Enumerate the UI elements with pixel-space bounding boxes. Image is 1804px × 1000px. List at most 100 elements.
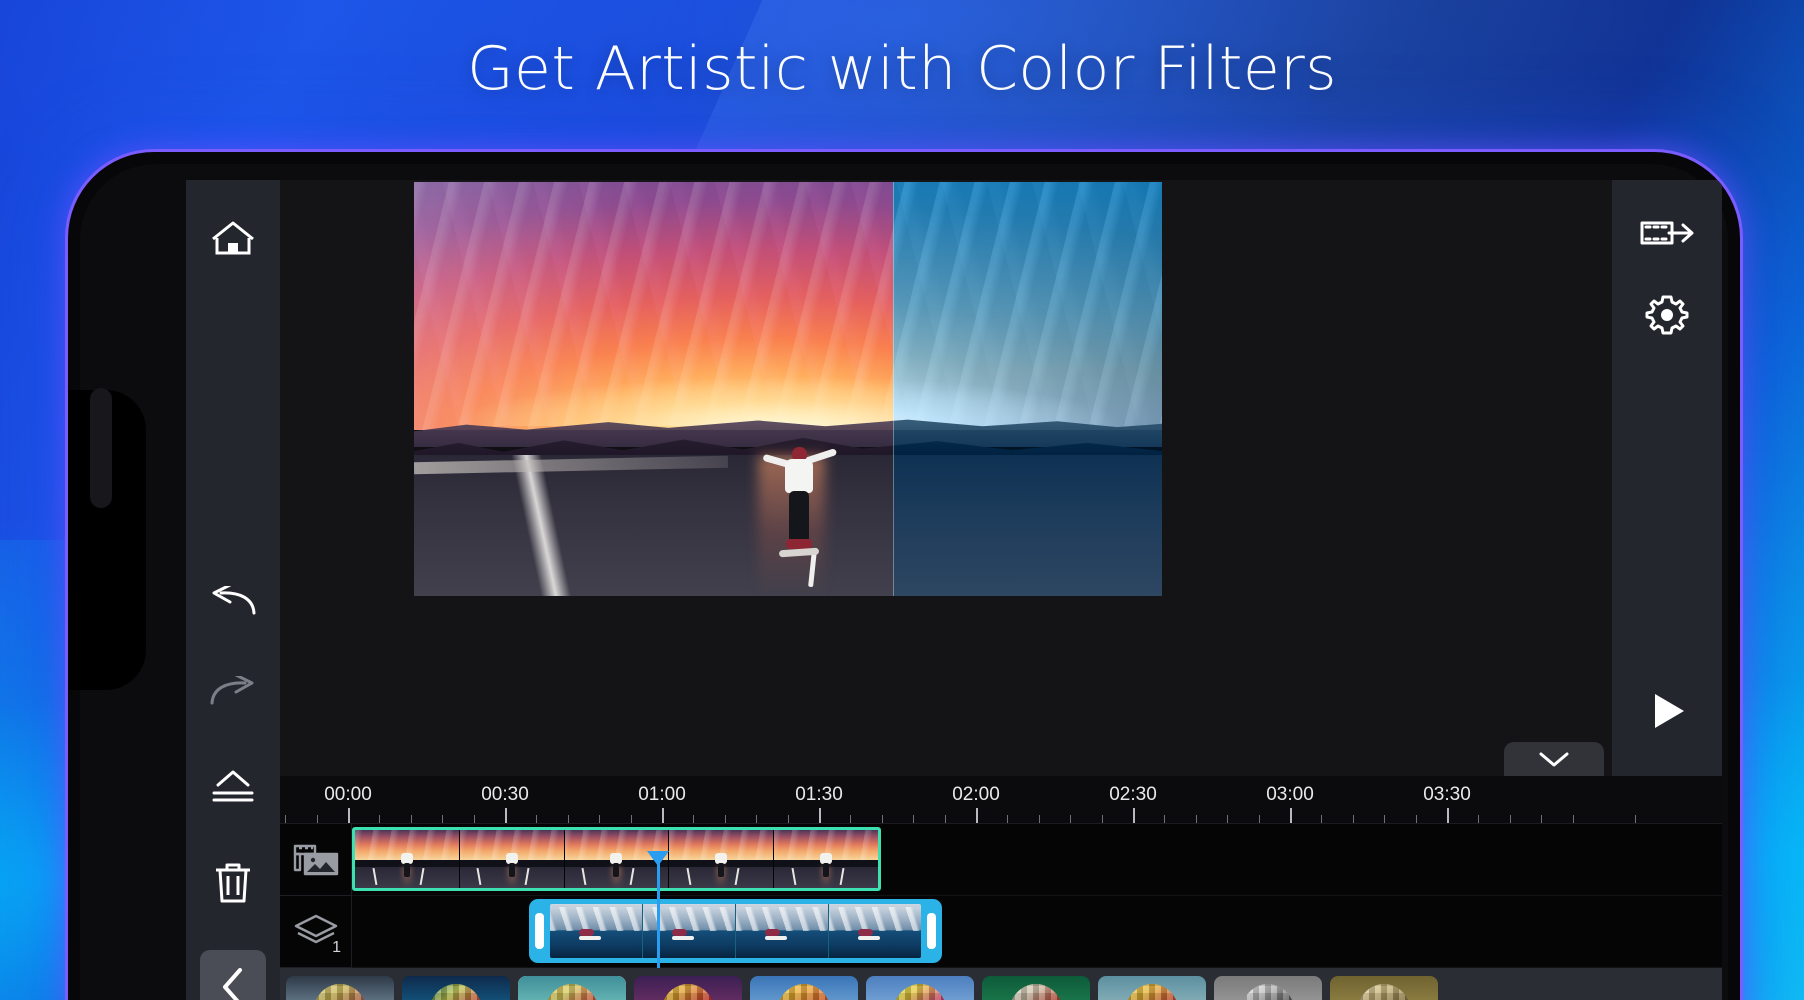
page-title: Get Artistic with Color Filters	[467, 34, 1337, 104]
filter-item-memory[interactable]: Memory	[1098, 976, 1206, 1000]
chevron-down-icon[interactable]	[1504, 742, 1604, 776]
ruler-tick-minor	[1164, 815, 1166, 823]
ruler-tick-minor	[1070, 815, 1072, 823]
lane-marking-left	[414, 455, 759, 596]
ruler-tick-minor	[442, 815, 444, 823]
clip-thumbnail	[564, 830, 670, 888]
ruler-tick-minor	[881, 815, 883, 823]
ruler-tick-minor	[1572, 815, 1574, 823]
clip-thumbnail	[355, 830, 460, 888]
upload-arrow-icon[interactable]	[202, 756, 264, 818]
ruler-tick-minor	[285, 815, 287, 823]
ruler-tick-minor	[1258, 815, 1260, 823]
ruler-tick-minor	[379, 815, 381, 823]
layer-thumbnails	[550, 904, 921, 958]
ruler-tick-minor	[1635, 815, 1637, 823]
ruler-tick-minor	[1321, 815, 1323, 823]
ruler-tick-minor	[567, 815, 569, 823]
balloon-icon	[1125, 984, 1179, 1000]
layer-count-badge: 1	[332, 939, 341, 956]
filter-strip[interactable]: Crescent Gloom Hippie Coffee Nostalgia Modern…	[280, 968, 1722, 1000]
ruler-tick-major	[348, 808, 350, 823]
ruler-tick-minor	[599, 815, 601, 823]
ruler-tick-minor	[473, 815, 475, 823]
undo-arrow-icon[interactable]	[202, 572, 264, 634]
trash-icon[interactable]	[202, 852, 264, 914]
clip-thumbnail	[459, 830, 565, 888]
ruler-tick-major	[819, 808, 821, 823]
ruler-label: 00:00	[324, 784, 372, 805]
promo-screenshot: Get Artistic with Color Filters 00:00 00…	[0, 0, 1804, 1000]
video-preview[interactable]	[414, 182, 1162, 596]
filter-preview-overlay	[892, 182, 1162, 596]
ruler-tick-major	[505, 808, 507, 823]
filter-item-coffee[interactable]: Coffee	[634, 976, 742, 1000]
ruler-tick-minor	[693, 815, 695, 823]
ruler-label: 01:30	[795, 784, 843, 805]
home-icon[interactable]	[202, 208, 264, 270]
filter-item-noir[interactable]: Noir	[1214, 976, 1322, 1000]
trim-handle-right[interactable]	[927, 913, 936, 949]
clip-thumbnail	[669, 830, 775, 888]
ruler-label: 02:00	[952, 784, 1000, 805]
ruler-tick-minor	[944, 815, 946, 823]
filter-item-nostalgia[interactable]: Nostalgia	[750, 976, 858, 1000]
filter-item-modern[interactable]: Modern	[866, 976, 974, 1000]
ruler-tick-minor	[1352, 815, 1354, 823]
phone-side-button	[90, 388, 112, 508]
ruler-tick-minor	[756, 815, 758, 823]
back-button[interactable]	[200, 950, 266, 1000]
ruler-tick-major	[976, 808, 978, 823]
film-export-icon[interactable]	[1636, 202, 1698, 264]
timeline-tracks[interactable]	[352, 824, 1722, 968]
ruler-tick-major	[1447, 808, 1449, 823]
filter-item-matrix[interactable]: Matrix	[982, 976, 1090, 1000]
ruler-tick-major	[1290, 808, 1292, 823]
clip-thumbnail	[774, 830, 878, 888]
ruler-tick-minor	[410, 815, 412, 823]
track-row[interactable]	[352, 824, 1722, 896]
balloon-icon	[1009, 984, 1063, 1000]
track-row[interactable]	[352, 896, 1722, 968]
filter-item-hippie[interactable]: Hippie	[518, 976, 626, 1000]
track-headers: 1	[280, 824, 352, 968]
ruler-tick-minor	[1007, 815, 1009, 823]
filter-item-gloom[interactable]: Gloom	[402, 976, 510, 1000]
right-toolbar	[1612, 180, 1722, 776]
skater-video-clip[interactable]	[352, 827, 881, 891]
ruler-tick-minor	[1227, 815, 1229, 823]
skateboarder-subject	[756, 447, 842, 575]
trim-handle-left[interactable]	[535, 913, 544, 949]
play-icon[interactable]	[1636, 680, 1698, 742]
ruler-tick-minor	[850, 815, 852, 823]
app-screen: 00:00 00:30 01:00 01:30 02:00 02:30 03:00 03:30	[186, 180, 1722, 1000]
layer-thumbnail	[643, 904, 736, 958]
ruler-label: 03:00	[1266, 784, 1314, 805]
ruler-label: 01:00	[638, 784, 686, 805]
ruler-tick-minor	[787, 815, 789, 823]
balloon-icon	[1241, 984, 1295, 1000]
layer-thumbnail	[550, 904, 643, 958]
balloon-icon	[545, 984, 599, 1000]
ruler-label: 00:30	[481, 784, 529, 805]
ruler-tick-minor	[1509, 815, 1511, 823]
gear-icon[interactable]	[1636, 284, 1698, 346]
timeline-ruler[interactable]: 00:00 00:30 01:00 01:30 02:00 02:30 03:00 03:30	[280, 776, 1722, 824]
surfer-layer-clip[interactable]	[529, 899, 942, 963]
filter-item-ochre[interactable]: Ochre	[1330, 976, 1438, 1000]
balloon-icon	[1357, 984, 1411, 1000]
balloon-icon	[893, 984, 947, 1000]
ruler-tick-minor	[630, 815, 632, 823]
layer-thumbnail	[829, 904, 921, 958]
ruler-tick-minor	[536, 815, 538, 823]
timeline[interactable]: 00:00 00:30 01:00 01:30 02:00 02:30 03:00 03:30	[280, 776, 1722, 968]
filter-item-crescent[interactable]: Crescent	[286, 976, 394, 1000]
ruler-tick-minor	[1415, 815, 1417, 823]
layers-icon[interactable]: 1	[280, 896, 352, 968]
preview-scene	[414, 182, 1162, 596]
media-image-icon[interactable]	[280, 824, 352, 896]
ruler-tick-minor	[1541, 815, 1543, 823]
balloon-icon	[429, 984, 483, 1000]
ruler-tick-major	[662, 808, 664, 823]
ruler-tick-minor	[724, 815, 726, 823]
